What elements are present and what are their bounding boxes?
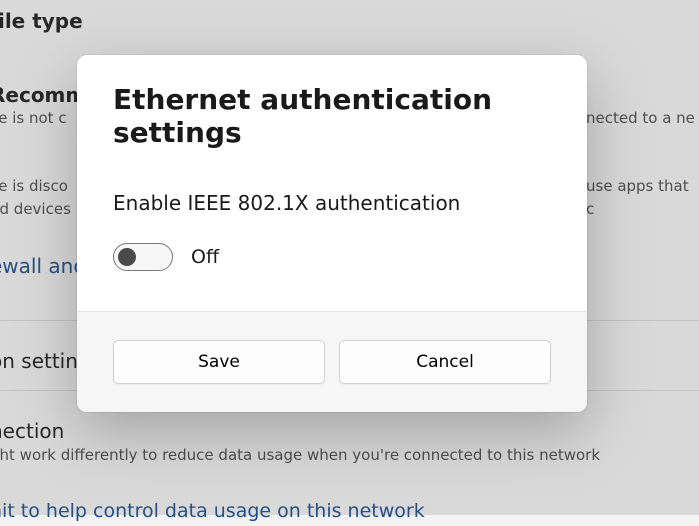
save-button[interactable]: Save	[113, 340, 325, 384]
dialog-actions: Save Cancel	[77, 311, 587, 412]
toggle-state-text: Off	[191, 246, 219, 268]
dialog-title: Ethernet authentication settings	[113, 83, 551, 149]
ieee-8021x-toggle[interactable]	[113, 243, 173, 271]
toggle-row: Off	[113, 243, 551, 271]
dialog-body: Ethernet authentication settings Enable …	[77, 55, 587, 311]
ethernet-auth-dialog: Ethernet authentication settings Enable …	[77, 55, 587, 412]
ieee-8021x-label: Enable IEEE 802.1X authentication	[113, 191, 551, 215]
cancel-button[interactable]: Cancel	[339, 340, 551, 384]
toggle-thumb	[118, 248, 136, 266]
